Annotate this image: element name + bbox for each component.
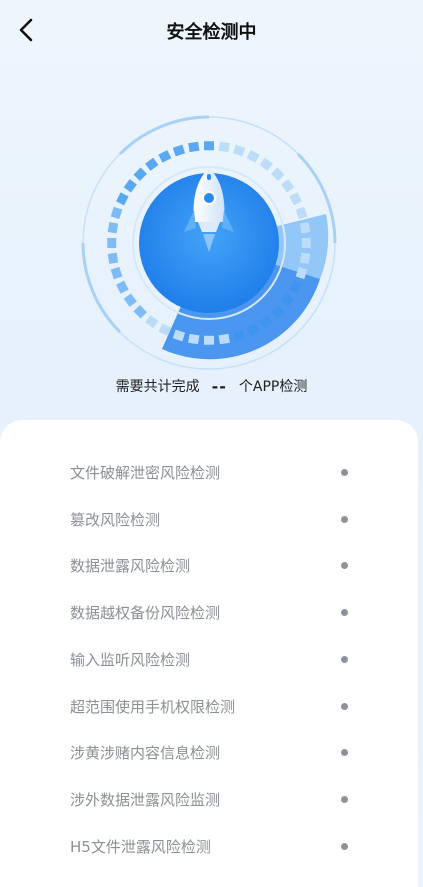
dial-tick: [133, 167, 147, 181]
dial-tick: [204, 141, 214, 151]
summary-suffix: 个APP检测: [238, 379, 308, 395]
list-item: 超范围使用手机权限检测: [70, 691, 360, 721]
dial-tick: [123, 179, 137, 193]
dial-tick: [232, 144, 246, 157]
dial-tick: [123, 293, 137, 307]
dial-tick: [107, 252, 119, 264]
dial-tick: [172, 144, 186, 157]
status-dot-icon: [341, 515, 348, 523]
status-dot-icon: [341, 608, 348, 616]
check-item-label: 文件破解泄密风险检测: [70, 463, 221, 482]
dial-tick: [110, 266, 123, 280]
list-item: 涉外数据泄露风险监测: [70, 784, 360, 814]
status-dot-icon: [341, 468, 348, 476]
dial-tick: [188, 141, 200, 153]
dial-tick: [259, 157, 273, 171]
list-item: H5文件泄露风险检测: [70, 831, 360, 861]
status-dot-icon: [341, 702, 348, 710]
dial-tick: [110, 206, 123, 220]
summary-count: --: [211, 376, 227, 396]
list-item: 文件破解泄密风险检测: [70, 457, 360, 487]
check-item-label: 超范围使用手机权限检测: [70, 697, 236, 716]
list-item: 篡改风险检测: [70, 504, 360, 534]
status-dot-icon: [341, 795, 348, 803]
list-item: 数据泄露风险检测: [70, 550, 360, 580]
summary-line: 需要共计完成 -- 个APP检测: [0, 376, 423, 396]
list-item: 涉黄涉赌内容信息检测: [70, 737, 360, 767]
dial-tick: [246, 150, 260, 163]
check-item-label: 篡改风险检测: [70, 510, 161, 529]
check-item-label: 涉黄涉赌内容信息检测: [70, 743, 221, 762]
dial-tick: [299, 252, 311, 264]
dial-tick: [188, 333, 200, 345]
check-item-label: 输入监听风险检测: [70, 650, 191, 669]
check-list-panel: 文件破解泄密风险检测 篡改风险检测 数据泄露风险检测 数据越权备份风险检测 输入…: [0, 420, 418, 887]
dial-tick: [218, 333, 230, 345]
dial-tick: [116, 280, 129, 294]
dial-tick: [145, 157, 159, 171]
list-item: 数据越权备份风险检测: [70, 597, 360, 627]
dial-tick: [301, 238, 311, 248]
list-item: 输入监听风险检测: [70, 644, 360, 674]
dial-tick: [107, 222, 119, 234]
check-item-label: 数据越权备份风险检测: [70, 603, 221, 622]
status-dot-icon: [341, 561, 348, 569]
scan-progress-dial: [81, 115, 337, 370]
check-item-label: H5文件泄露风险检测: [70, 837, 211, 856]
dial-tick: [116, 192, 129, 206]
dial-tick: [218, 141, 230, 153]
status-dot-icon: [341, 842, 348, 850]
dial-tick: [204, 335, 214, 345]
check-item-label: 涉外数据泄露风险监测: [70, 790, 221, 809]
dial-tick: [158, 150, 172, 163]
dial-tick: [299, 222, 311, 234]
dial-tick: [107, 238, 117, 248]
page-title: 安全检测中: [166, 22, 257, 43]
dial-tick: [133, 305, 147, 319]
status-dot-icon: [341, 655, 348, 663]
check-item-label: 数据泄露风险检测: [70, 556, 191, 575]
summary-prefix: 需要共计完成: [115, 379, 200, 395]
status-dot-icon: [341, 748, 348, 756]
header: 安全检测中: [0, 0, 423, 62]
